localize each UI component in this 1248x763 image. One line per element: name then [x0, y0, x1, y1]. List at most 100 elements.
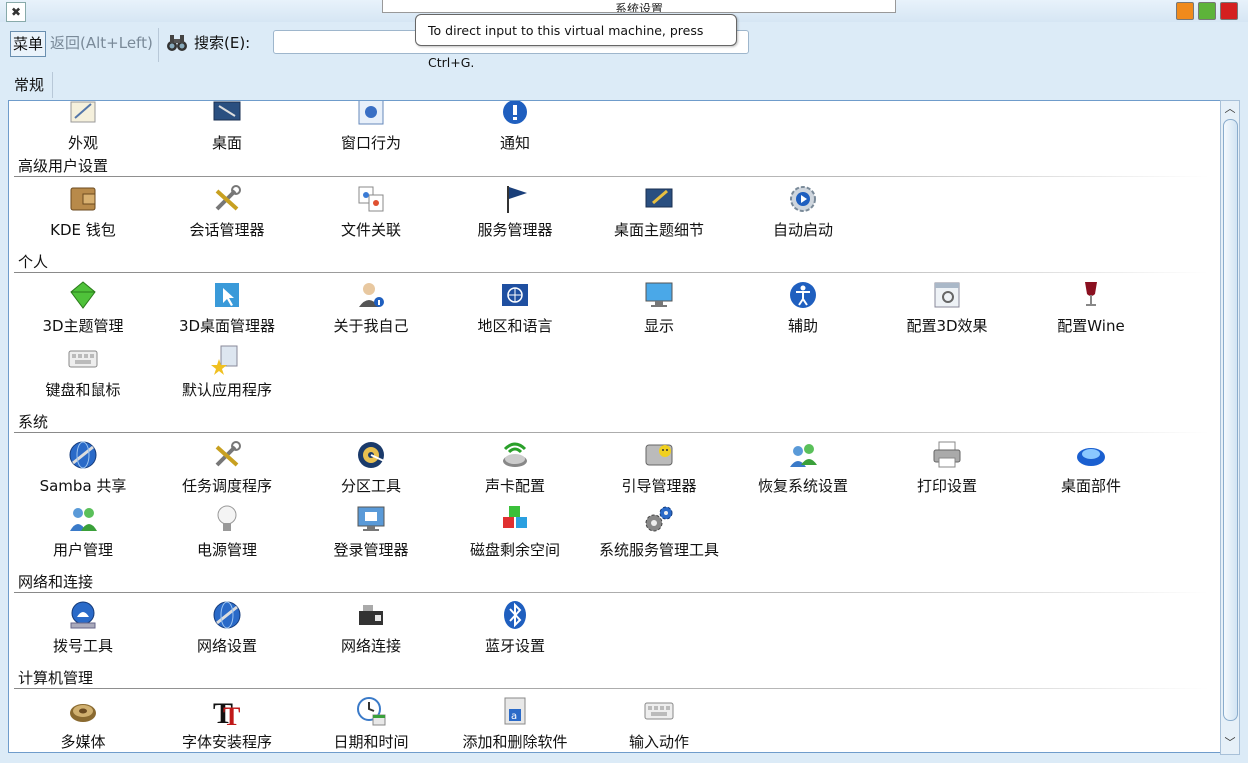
- section-divider: [14, 688, 1209, 689]
- section-0-item-1-item[interactable]: 会话管理器: [155, 183, 299, 247]
- flag-icon: [499, 183, 531, 215]
- font-icon: TT: [211, 695, 243, 731]
- section-4-item-1-item[interactable]: T T 字体安装程序: [155, 695, 299, 752]
- section-title: 系统: [18, 413, 49, 431]
- section-2-item-10-item[interactable]: 登录管理器: [299, 503, 443, 567]
- cursor-icon: [211, 279, 243, 311]
- section-1-item-8-item[interactable]: 键盘和鼠标: [11, 343, 155, 407]
- network-globe-icon: [211, 599, 243, 631]
- section-1-item-7-item[interactable]: 配置Wine: [1019, 279, 1163, 343]
- section-1-item-1-item[interactable]: 3D桌面管理器: [155, 279, 299, 343]
- section-2-item-11-label: 磁盘剩余空间: [469, 541, 560, 559]
- top-row-2-item[interactable]: 窗口行为: [299, 101, 443, 160]
- effects-window-icon: [931, 279, 963, 311]
- svg-text:a: a: [511, 711, 517, 722]
- section-1-item-0-item[interactable]: 3D主题管理: [11, 279, 155, 343]
- scrollbar-thumb[interactable]: [1223, 119, 1238, 721]
- top-row-3-label: 通知: [499, 134, 530, 152]
- section-2-item-6-item[interactable]: 打印设置: [875, 439, 1019, 503]
- section-0-item-2-label: 文件关联: [340, 221, 401, 239]
- section-4-item-4-label: 输入动作: [628, 733, 689, 751]
- top-row-3-item[interactable]: 通知: [443, 101, 587, 160]
- section-2-item-0-label: Samba 共享: [39, 477, 127, 495]
- section-0-item-0-label: KDE 钱包: [50, 221, 116, 239]
- keyboard-icon: [67, 343, 99, 375]
- section-2-item-1-item[interactable]: 任务调度程序: [155, 439, 299, 503]
- back-button[interactable]: 返回(Alt+Left): [50, 31, 153, 55]
- scroll-up-icon[interactable]: ︿: [1221, 101, 1239, 117]
- section-4-item-4-item[interactable]: 输入动作: [587, 695, 731, 752]
- section-2-item-8-item[interactable]: 用户管理: [11, 503, 155, 567]
- section-3-item-3-item[interactable]: 蓝牙设置: [443, 599, 587, 663]
- section-4-item-2-label: 日期和时间: [333, 733, 409, 751]
- top-row-0-item[interactable]: 外观: [11, 101, 155, 160]
- autostart-gear-icon: [787, 183, 819, 215]
- globe-flag-icon: [499, 279, 531, 311]
- section-1-item-6-label: 配置3D效果: [906, 317, 988, 335]
- section-3-item-1-item[interactable]: 网络设置: [155, 599, 299, 663]
- section-4-item-2-item[interactable]: 日期和时间: [299, 695, 443, 752]
- section-2-item-7-item[interactable]: 桌面部件: [1019, 439, 1163, 503]
- section-3-item-2-item[interactable]: 网络连接: [299, 599, 443, 663]
- section-4-item-3-item[interactable]: a 添加和删除软件: [443, 695, 587, 752]
- section-2-item-8-label: 用户管理: [52, 541, 113, 559]
- section-1-item-5-label: 辅助: [787, 317, 818, 335]
- close-button[interactable]: [1220, 2, 1238, 20]
- section-2-item-2-item[interactable]: 分区工具: [299, 439, 443, 503]
- section-0-item-5-label: 自动启动: [772, 221, 833, 239]
- section-2-item-12-item[interactable]: 系统服务管理工具: [587, 503, 731, 567]
- section-1-item-4-item[interactable]: 显示: [587, 279, 731, 343]
- section-0-item-3-label: 服务管理器: [477, 221, 553, 239]
- users-restore-icon: [787, 439, 819, 471]
- section-1-item-5-item[interactable]: 辅助: [731, 279, 875, 343]
- section-3-item-2-label: 网络连接: [340, 637, 401, 655]
- section-divider: [14, 592, 1209, 593]
- clock-icon: [355, 695, 387, 727]
- wallet-icon: [67, 183, 99, 215]
- section-1-item-1-label: 3D桌面管理器: [178, 317, 276, 335]
- section-2-item-11-item[interactable]: 磁盘剩余空间: [443, 503, 587, 567]
- tools-icon: [211, 183, 243, 215]
- vertical-scrollbar[interactable]: ︿ ﹀: [1220, 100, 1240, 755]
- svg-text:T: T: [223, 702, 240, 727]
- section-1-item-2-item[interactable]: 关于我自己: [299, 279, 443, 343]
- appearance-icon: [67, 101, 99, 128]
- tools-app-icon[interactable]: ✖: [6, 2, 26, 22]
- scroll-down-icon[interactable]: ﹀: [1221, 735, 1239, 751]
- menu-button[interactable]: 菜单: [10, 31, 47, 57]
- section-1-item-3-item[interactable]: 地区和语言: [443, 279, 587, 343]
- section-2-item-4-item[interactable]: 引导管理器: [587, 439, 731, 503]
- section-1-item-6-item[interactable]: 配置3D效果: [875, 279, 1019, 343]
- section-0-item-5-item[interactable]: 自动启动: [731, 183, 875, 247]
- section-3-item-0-item[interactable]: 拨号工具: [11, 599, 155, 663]
- section-2-item-9-item[interactable]: 电源管理: [155, 503, 299, 567]
- section-4-item-1-label: 字体安装程序: [181, 733, 272, 751]
- desktop-icon: [211, 101, 243, 128]
- accessibility-icon: [787, 279, 819, 311]
- section-4-item-0-item[interactable]: 多媒体: [11, 695, 155, 752]
- section-2-item-2-label: 分区工具: [340, 477, 401, 495]
- maximize-button[interactable]: [1198, 2, 1216, 20]
- section-0-item-3-item[interactable]: 服务管理器: [443, 183, 587, 247]
- minimize-button[interactable]: [1176, 2, 1194, 20]
- top-row-1-item[interactable]: 桌面: [155, 101, 299, 160]
- section-2-item-0-item[interactable]: Samba 共享: [11, 439, 155, 503]
- section-title: 计算机管理: [18, 669, 94, 687]
- section-4-item-3-label: 添加和删除软件: [462, 733, 568, 751]
- user-info-icon: [355, 279, 387, 311]
- gears-icon: [643, 503, 675, 535]
- tab-general[interactable]: 常规: [6, 72, 54, 98]
- top-row-0-label: 外观: [67, 134, 98, 152]
- section-2-item-3-item[interactable]: 声卡配置: [443, 439, 587, 503]
- section-divider: [14, 432, 1209, 433]
- section-1-item-9-label: 默认应用程序: [181, 381, 272, 399]
- login-screen-icon: [355, 503, 387, 535]
- section-2-item-5-item[interactable]: 恢复系统设置: [731, 439, 875, 503]
- section-1-item-9-item[interactable]: 默认应用程序: [155, 343, 299, 407]
- section-0-item-4-item[interactable]: 桌面主题细节: [587, 183, 731, 247]
- section-3-item-3-label: 蓝牙设置: [484, 637, 545, 655]
- section-1-item-2-label: 关于我自己: [333, 317, 409, 335]
- section-0-item-2-item[interactable]: 文件关联: [299, 183, 443, 247]
- section-0-item-0-item[interactable]: KDE 钱包: [11, 183, 155, 247]
- keyboard-icon: [643, 695, 675, 727]
